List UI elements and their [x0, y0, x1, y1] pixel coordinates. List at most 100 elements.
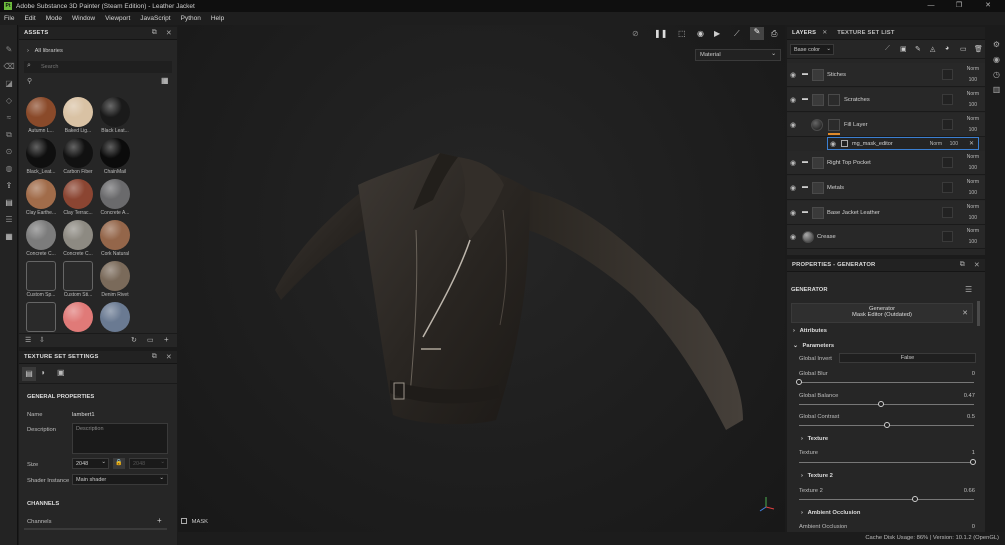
- section-menu-icon[interactable]: ☰: [965, 285, 972, 294]
- color-picker-icon[interactable]: ⊙: [0, 143, 18, 160]
- asset-item[interactable]: Denim Rivet: [98, 261, 132, 301]
- smudge-icon[interactable]: ≈: [0, 109, 18, 126]
- clear-generator-icon[interactable]: ✕: [962, 309, 968, 317]
- add-mask-icon[interactable]: ▣: [900, 45, 907, 53]
- layer-row[interactable]: ◉ Crease Norm 100: [787, 225, 985, 249]
- tab-layers[interactable]: LAYERS: [792, 30, 816, 36]
- channel-select[interactable]: Base color ⌄: [790, 44, 834, 55]
- blend-mode-select[interactable]: Norm: [967, 154, 979, 160]
- tss-settings-tab-icon[interactable]: ▤: [22, 367, 36, 381]
- menu-window[interactable]: Window: [72, 15, 95, 22]
- tab-texture-set-list[interactable]: TEXTURE SET LIST: [837, 30, 894, 36]
- asset-item[interactable]: Black_Leat...: [24, 138, 58, 178]
- asset-item[interactable]: Black Leat...: [98, 97, 132, 137]
- close-panel-icon[interactable]: ✕: [974, 261, 980, 269]
- asset-item[interactable]: Autumn L...: [24, 97, 58, 137]
- float-panel-icon[interactable]: ⧉: [152, 353, 157, 361]
- menu-edit[interactable]: Edit: [24, 15, 35, 22]
- layer-name[interactable]: Crease: [817, 234, 836, 240]
- global-balance-slider[interactable]: [799, 401, 974, 407]
- asset-item[interactable]: Concrete C...: [61, 220, 95, 260]
- layer-name[interactable]: Fill Layer: [844, 122, 868, 128]
- global-contrast-knob[interactable]: [884, 422, 890, 428]
- polygon-fill-icon[interactable]: ◇: [0, 92, 18, 109]
- size-select-2[interactable]: 2048 ⌄: [129, 458, 168, 469]
- texture-slider[interactable]: [799, 459, 976, 465]
- visibility-eye-icon[interactable]: ◉: [790, 233, 796, 241]
- maximize-button[interactable]: ❐: [945, 0, 973, 12]
- menu-help[interactable]: Help: [211, 15, 224, 22]
- add-folder-icon[interactable]: ▭: [960, 45, 967, 53]
- paint-brush-icon[interactable]: ✎: [0, 41, 18, 58]
- close-window-button[interactable]: ✕: [974, 0, 1002, 12]
- log-icon[interactable]: ▦: [0, 228, 18, 245]
- texture-toggle[interactable]: › Texture: [801, 436, 828, 442]
- menu-file[interactable]: File: [4, 15, 14, 22]
- leather-jacket-model[interactable]: [178, 25, 785, 532]
- blend-mode-select[interactable]: Norm: [967, 228, 979, 234]
- global-balance-knob[interactable]: [878, 401, 884, 407]
- search-input[interactable]: Search: [41, 64, 58, 70]
- lock-icon[interactable]: 🔒: [113, 458, 125, 469]
- global-contrast-slider[interactable]: [799, 422, 974, 428]
- bake-icon[interactable]: ▤: [0, 194, 18, 211]
- minimize-button[interactable]: —: [917, 0, 945, 12]
- asset-item[interactable]: Concrete C...: [24, 220, 58, 260]
- add-effect-icon[interactable]: ⟋: [885, 45, 890, 53]
- visibility-eye-icon[interactable]: ◉: [790, 209, 796, 217]
- projection-icon[interactable]: ◪: [0, 75, 18, 92]
- texture-knob[interactable]: [970, 459, 976, 465]
- geometry-mask-icon[interactable]: ◍: [0, 160, 18, 177]
- tss-uv-tab-icon[interactable]: ▣: [57, 368, 65, 377]
- close-panel-icon[interactable]: ✕: [166, 29, 172, 37]
- eraser-icon[interactable]: ⌫: [0, 58, 18, 75]
- ao-value[interactable]: 0: [972, 524, 975, 530]
- visibility-eye-icon[interactable]: ◉: [790, 121, 796, 129]
- layer-row[interactable]: ◉ ▬ Base Jacket Leather Norm 100: [787, 201, 985, 225]
- 3d-viewport[interactable]: ⊘ ❚❚ ⬚ ◉ ▶ ⟋ ✎ ⎙ Material ⌄ MASK: [178, 25, 785, 532]
- tss-mesh-tab-icon[interactable]: ◑: [40, 368, 45, 377]
- close-panel-icon[interactable]: ✕: [166, 353, 172, 361]
- menu-viewport[interactable]: Viewport: [105, 15, 130, 22]
- asset-item[interactable]: Baked Lig...: [61, 97, 95, 137]
- asset-item[interactable]: Concrete A...: [98, 179, 132, 219]
- layer-name[interactable]: mg_mask_editor: [852, 141, 893, 147]
- menu-mode[interactable]: Mode: [46, 15, 62, 22]
- visibility-eye-icon[interactable]: ◉: [790, 159, 796, 167]
- properties-scrollbar[interactable]: [977, 301, 980, 326]
- layer-row[interactable]: ◉ Fill Layer Norm 100: [787, 113, 985, 137]
- texture2-slider[interactable]: [799, 496, 974, 502]
- opacity-value[interactable]: 100: [969, 127, 977, 133]
- visibility-eye-icon[interactable]: ◉: [830, 140, 836, 148]
- layer-name[interactable]: Right Top Pocket: [827, 160, 871, 166]
- opacity-value[interactable]: 100: [969, 77, 977, 83]
- asset-item[interactable]: Custom Sp...: [24, 261, 58, 301]
- breadcrumb-all-libraries[interactable]: All libraries: [35, 48, 63, 54]
- remove-effect-icon[interactable]: ✕: [969, 140, 974, 147]
- global-blur-slider[interactable]: [796, 379, 974, 385]
- list-settings-icon[interactable]: ☰: [25, 336, 31, 344]
- blend-mode-select[interactable]: Norm: [967, 66, 979, 72]
- shader-instance-select[interactable]: Main shader ⌄: [72, 474, 168, 485]
- layer-name[interactable]: Base Jacket Leather: [827, 210, 880, 216]
- name-value[interactable]: lambert1: [72, 412, 95, 418]
- blend-mode-select[interactable]: Norm: [967, 204, 979, 210]
- opacity-value[interactable]: 100: [969, 239, 977, 245]
- generator-picker[interactable]: Generator Mask Editor (Outdated) ✕: [791, 303, 973, 323]
- layer-row[interactable]: ◉ ▬ Metals Norm 100: [787, 176, 985, 200]
- asset-item[interactable]: Clay Terrac...: [61, 179, 95, 219]
- asset-item[interactable]: Cork Natural: [98, 220, 132, 260]
- asset-item[interactable]: Clay Earthe...: [24, 179, 58, 219]
- grid-view-icon[interactable]: ▦: [161, 76, 169, 85]
- layer-name[interactable]: Stiches: [827, 72, 846, 78]
- size-select[interactable]: 2048 ⌄: [72, 458, 109, 469]
- visibility-eye-icon[interactable]: ◉: [790, 71, 796, 79]
- global-contrast-value[interactable]: 0.5: [967, 414, 975, 420]
- add-paint-layer-icon[interactable]: ✎: [915, 45, 921, 53]
- export-icon[interactable]: ⇪: [0, 177, 18, 194]
- description-field[interactable]: Description: [72, 423, 168, 454]
- visibility-eye-icon[interactable]: ◉: [790, 96, 796, 104]
- filter-icon[interactable]: ⚲: [27, 77, 32, 85]
- opacity-value[interactable]: 100: [969, 102, 977, 108]
- opacity-value[interactable]: 100: [969, 215, 977, 221]
